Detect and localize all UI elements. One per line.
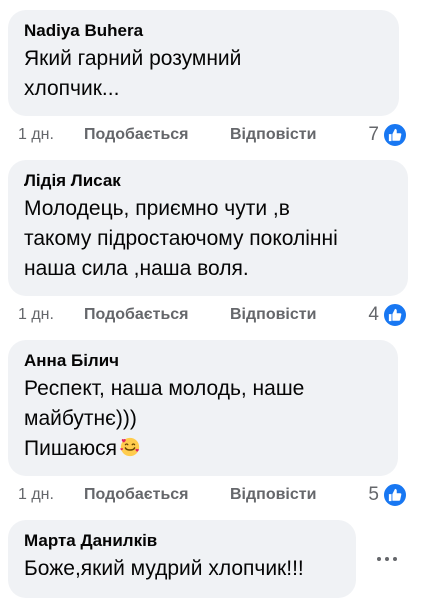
- more-options-icon[interactable]: [372, 547, 402, 571]
- comment-text: Респект, наша молодь, наше майбутнє))) П…: [24, 377, 305, 460]
- like-button[interactable]: Подобається: [84, 486, 230, 504]
- comment-item: Анна Білич Респект, наша молодь, наше ма…: [8, 340, 398, 476]
- comment-bubble: Марта Данилків Боже,який мудрий хлопчик!…: [8, 520, 356, 598]
- comment-time[interactable]: 1 дн.: [18, 126, 84, 144]
- comment-item: Марта Данилків Боже,який мудрий хлопчик!…: [8, 520, 356, 598]
- reaction-summary[interactable]: 5: [368, 480, 408, 510]
- comment-author[interactable]: Nadiya Buhera: [24, 20, 383, 42]
- like-button[interactable]: Подобається: [84, 126, 230, 144]
- comment-actions: 1 дн. Подобається Відповісти: [18, 304, 316, 326]
- comment-author[interactable]: Анна Білич: [24, 350, 382, 372]
- thumbs-up-icon: [382, 482, 408, 508]
- like-button[interactable]: Подобається: [84, 306, 230, 324]
- reaction-count: 7: [368, 124, 379, 145]
- comment-text: Який гарний розумний хлопчик...: [24, 47, 242, 100]
- comment-item: Лідія Лисак Молодець, приємно чути ,в та…: [8, 160, 408, 296]
- comments-thread: Nadiya Buhera Який гарний розумний хлопч…: [0, 0, 430, 612]
- comment-time[interactable]: 1 дн.: [18, 306, 84, 324]
- comment-author[interactable]: Марта Данилків: [24, 530, 340, 552]
- reply-button[interactable]: Відповісти: [230, 306, 316, 324]
- comment-bubble: Лідія Лисак Молодець, приємно чути ,в та…: [8, 160, 408, 296]
- comment-time[interactable]: 1 дн.: [18, 486, 84, 504]
- reply-button[interactable]: Відповісти: [230, 126, 316, 144]
- reaction-summary[interactable]: 7: [368, 120, 408, 150]
- comment-bubble: Анна Білич Респект, наша молодь, наше ма…: [8, 340, 398, 476]
- reaction-count: 4: [368, 304, 379, 325]
- thumbs-up-icon: [382, 122, 408, 148]
- reaction-count: 5: [368, 484, 379, 505]
- comment-text: Боже,який мудрий хлопчик!!!: [24, 557, 304, 580]
- comment-text: Молодець, приємно чути ,в такому підрост…: [24, 197, 338, 280]
- reaction-summary[interactable]: 4: [368, 300, 408, 330]
- smiling-face-with-hearts-icon: [120, 437, 140, 457]
- comment-item: Nadiya Buhera Який гарний розумний хлопч…: [8, 10, 399, 116]
- comment-author[interactable]: Лідія Лисак: [24, 170, 392, 192]
- comment-actions: 1 дн. Подобається Відповісти: [18, 124, 316, 146]
- thumbs-up-icon: [382, 302, 408, 328]
- reply-button[interactable]: Відповісти: [230, 486, 316, 504]
- comment-text-wrap: Респект, наша молодь, наше майбутнє))) П…: [24, 374, 382, 464]
- comment-actions: 1 дн. Подобається Відповісти: [18, 484, 316, 506]
- comment-bubble: Nadiya Buhera Який гарний розумний хлопч…: [8, 10, 399, 116]
